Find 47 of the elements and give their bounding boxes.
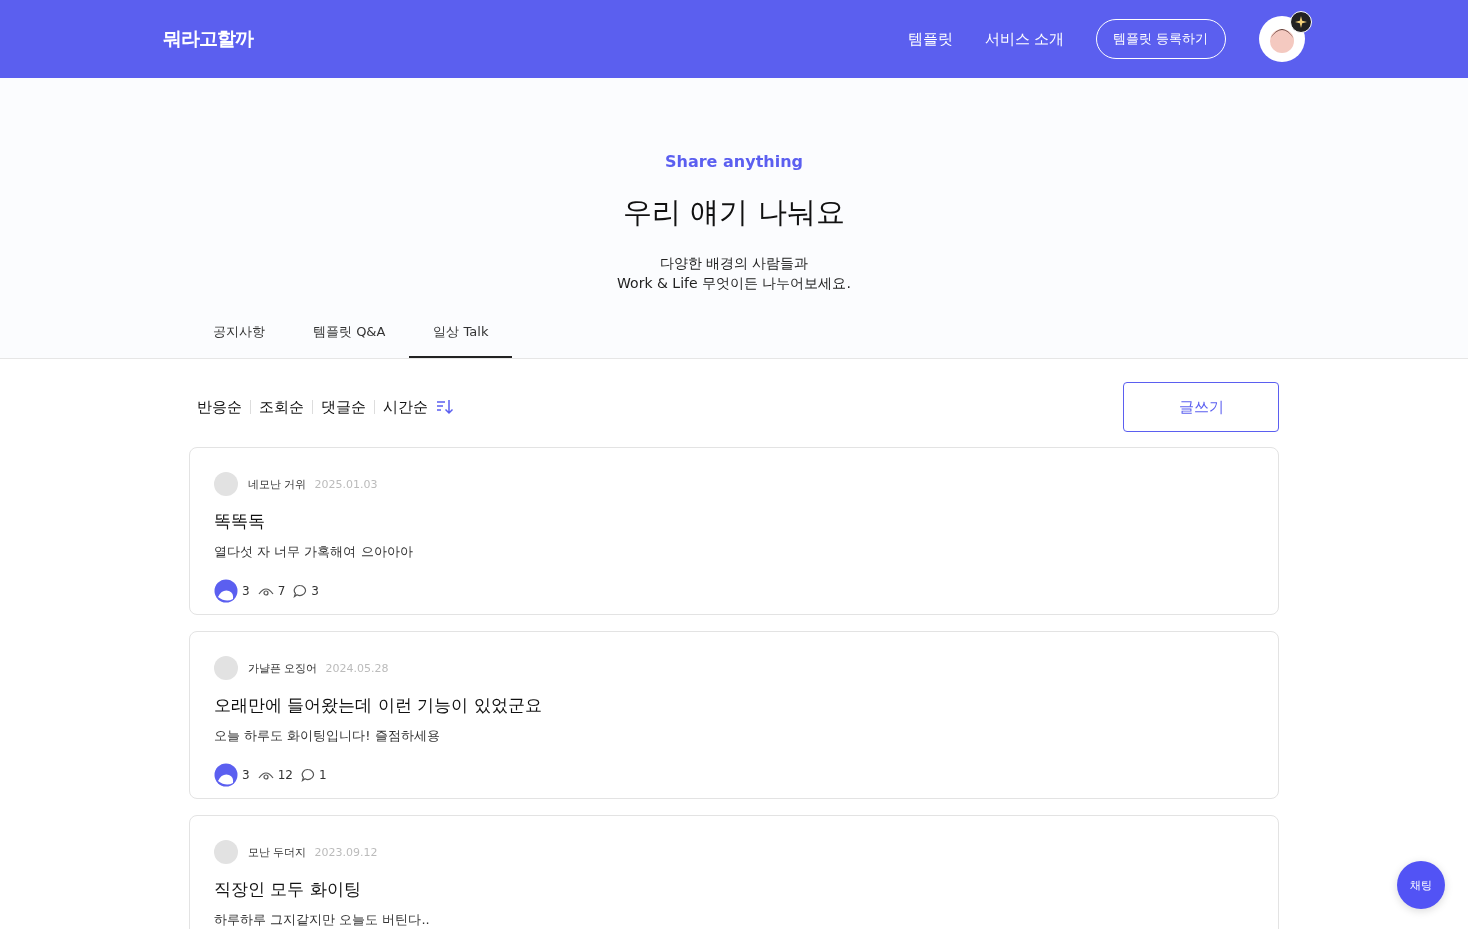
board-tab[interactable]: 템플릿 Q&A (289, 311, 410, 358)
post-card[interactable]: 모난 두더지 2023.09.12 직장인 모두 화이팅 하루하루 그지같지만 오늘도 버틴다.. (189, 815, 1279, 929)
chat-button[interactable]: 채팅 (1397, 861, 1445, 909)
reaction-count: 3 (242, 584, 250, 598)
sort-option[interactable]: 시간순 (383, 397, 428, 417)
logo[interactable]: 뭐라고할까 (162, 26, 253, 52)
reaction-icon (214, 763, 238, 787)
sort-option[interactable]: 조회순 (259, 397, 304, 417)
reaction-count: 3 (242, 768, 250, 782)
hero-eyebrow: Share anything (664, 152, 804, 171)
post-title: 똑똑독 (214, 510, 266, 533)
sort-option[interactable]: 반응순 (197, 397, 242, 417)
post-card[interactable]: 네모난 거위 2025.01.03 똑똑독 열다섯 자 너무 가혹해여 으아아아 3 7 3 (189, 447, 1279, 615)
reaction-icon (214, 579, 238, 603)
post-card[interactable]: 가냘픈 오징어 2024.05.28 오래만에 들어왔는데 이런 기능이 있었군요 오늘 하루도 화이팅입니다! 즐점하세용 3 12 1 (189, 631, 1279, 799)
board-tab[interactable]: 일상 Talk (409, 311, 513, 358)
view-count: 12 (277, 768, 293, 782)
nav-link[interactable]: 서비스 소개 (984, 29, 1065, 49)
post-excerpt: 하루하루 그지같지만 오늘도 버틴다.. (214, 911, 431, 929)
write-button[interactable]: 글쓰기 (1123, 382, 1279, 432)
sort-option[interactable]: 댓글순 (321, 397, 366, 417)
board-tab[interactable]: 공지사항 (189, 311, 289, 358)
nav-link[interactable]: 템플릿 (907, 29, 953, 49)
hero-title: 우리 얘기 나눠요 (622, 194, 846, 231)
comment-icon (300, 768, 315, 782)
author-name: 모난 두더지 (248, 844, 307, 860)
photo-placeholder (214, 840, 238, 864)
post-title: 오래만에 들어왔는데 이런 기능이 있었군요 (214, 694, 543, 717)
sort-icon[interactable] (436, 399, 454, 415)
hero-description: 다양한 배경의 사람들과 Work & Life 무엇이든 나누어보세요. (616, 254, 852, 293)
author-name: 가냘픈 오징어 (248, 660, 318, 676)
author-name: 네모난 거위 (248, 476, 307, 492)
post-title: 직장인 모두 화이팅 (214, 878, 362, 901)
comment-icon (293, 584, 308, 598)
sparkle-icon (1289, 11, 1312, 33)
eye-icon (257, 586, 274, 596)
photo-placeholder (214, 472, 238, 496)
post-date: 2025.01.03 (314, 477, 378, 491)
post-excerpt: 오늘 하루도 화이팅입니다! 즐점하세용 (214, 727, 441, 745)
view-count: 7 (277, 584, 286, 598)
eye-icon (257, 770, 274, 780)
post-date: 2024.05.28 (325, 661, 389, 675)
post-excerpt: 열다섯 자 너무 가혹해여 으아아아 (214, 543, 414, 561)
comment-count: 1 (318, 768, 327, 782)
comment-count: 3 (311, 584, 319, 598)
post-date: 2023.09.12 (314, 845, 378, 859)
photo-placeholder (214, 656, 238, 680)
